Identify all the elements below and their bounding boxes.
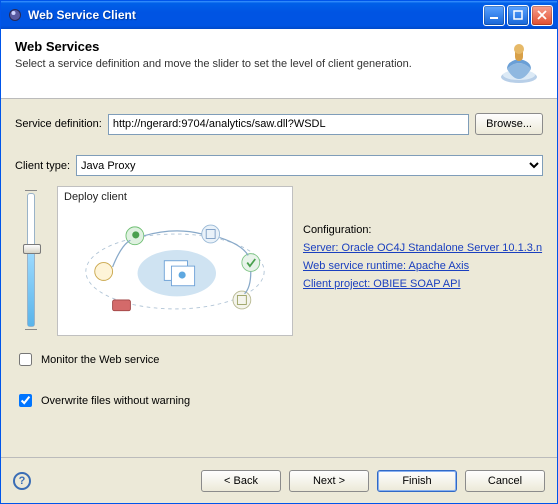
maximize-button[interactable]: [507, 5, 529, 26]
configuration-heading: Configuration:: [303, 224, 543, 236]
next-button[interactable]: Next >: [289, 470, 369, 492]
overwrite-label[interactable]: Overwrite files without warning: [41, 395, 190, 407]
monitor-label[interactable]: Monitor the Web service: [41, 354, 159, 366]
configuration-panel: Configuration: Server: Oracle OC4J Stand…: [303, 186, 543, 336]
page-title: Web Services: [15, 39, 495, 54]
finish-button[interactable]: Finish: [377, 470, 457, 492]
banner: Web Services Select a service definition…: [1, 29, 557, 99]
back-button[interactable]: < Back: [201, 470, 281, 492]
minimize-button[interactable]: [483, 5, 505, 26]
service-definition-input[interactable]: [108, 114, 469, 135]
help-button[interactable]: ?: [13, 472, 31, 490]
wizard-icon: [495, 39, 543, 87]
server-link[interactable]: Server: Oracle OC4J Standalone Server 10…: [303, 242, 543, 254]
service-definition-label: Service definition:: [15, 118, 102, 130]
content: Service definition: Browse... Client typ…: [1, 99, 557, 410]
footer: ? < Back Next > Finish Cancel: [1, 457, 557, 503]
runtime-link[interactable]: Web service runtime: Apache Axis: [303, 260, 543, 272]
client-type-select[interactable]: Java Proxy: [76, 155, 543, 176]
client-type-label: Client type:: [15, 160, 70, 172]
generation-level-slider[interactable]: [22, 190, 40, 330]
cancel-button[interactable]: Cancel: [465, 470, 545, 492]
slider-thumb[interactable]: [23, 244, 41, 254]
diagram-panel: Deploy client: [57, 186, 293, 336]
close-button[interactable]: [531, 5, 553, 26]
diagram-title: Deploy client: [64, 191, 286, 203]
page-subtitle: Select a service definition and move the…: [15, 58, 495, 70]
overwrite-checkbox[interactable]: [19, 394, 32, 407]
client-project-link[interactable]: Client project: OBIEE SOAP API: [303, 278, 543, 290]
window-title: Web Service Client: [28, 8, 483, 22]
browse-button[interactable]: Browse...: [475, 113, 543, 135]
monitor-checkbox[interactable]: [19, 353, 32, 366]
diagram-canvas: [68, 207, 282, 327]
app-icon: [7, 7, 23, 23]
titlebar: Web Service Client: [1, 1, 557, 29]
